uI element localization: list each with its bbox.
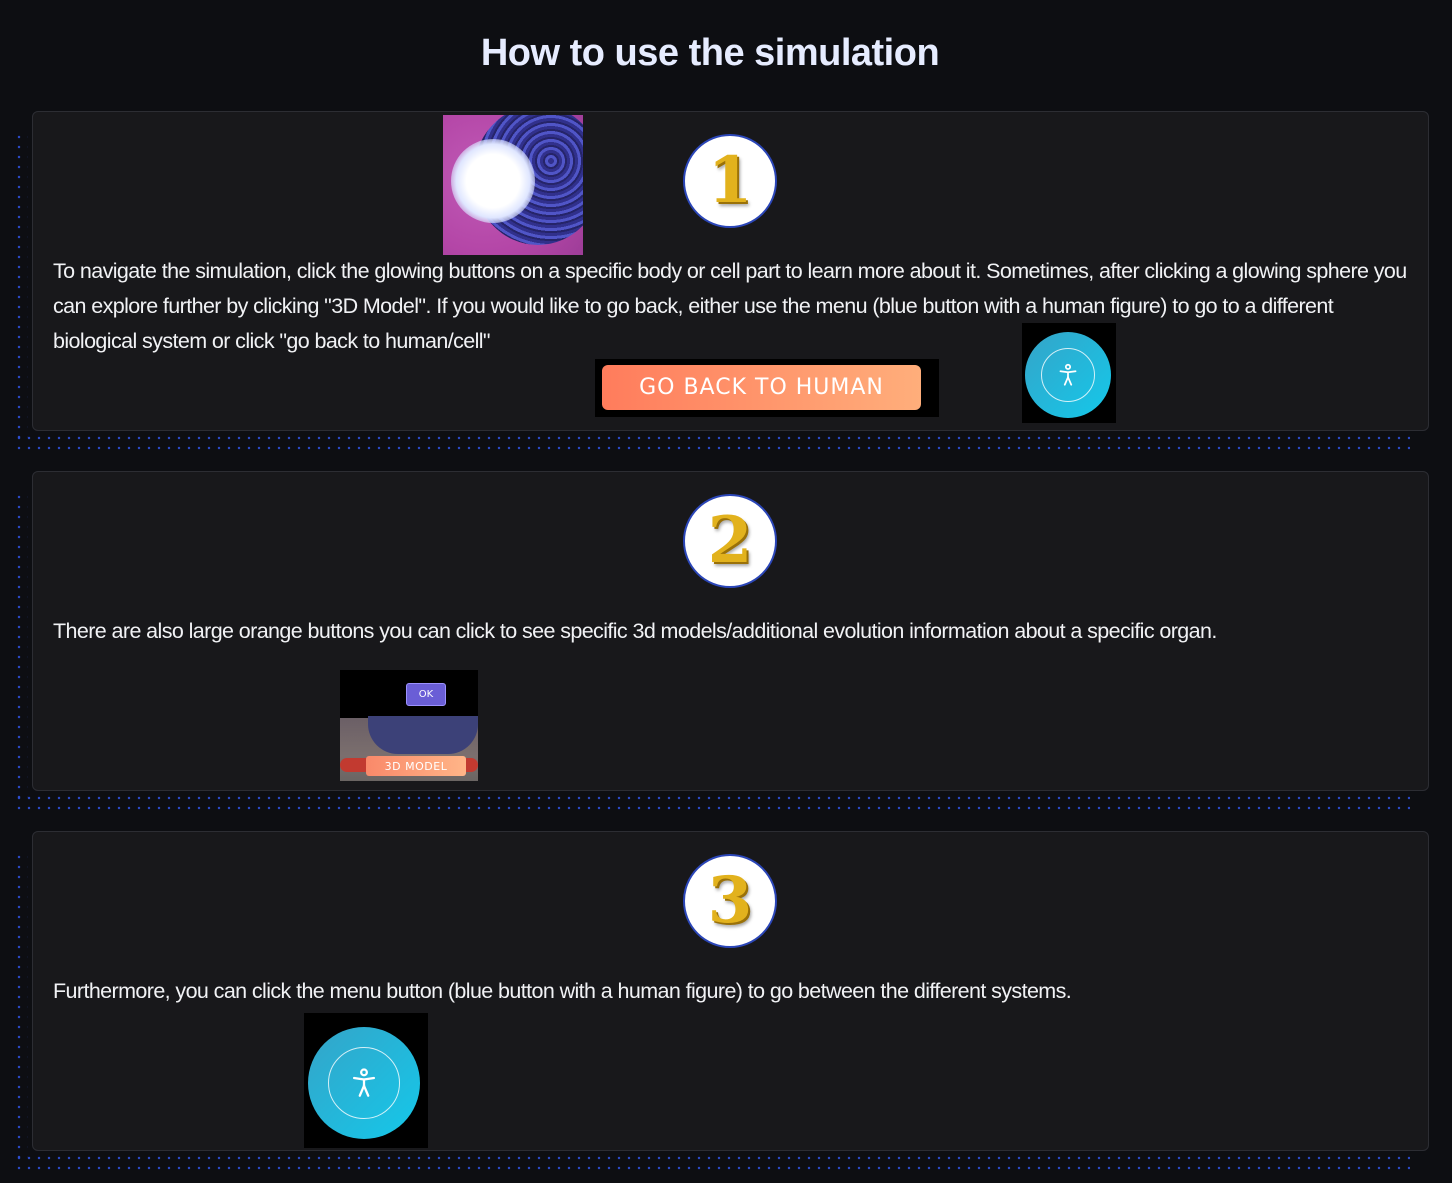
dots-decoration	[14, 132, 28, 438]
page-title: How to use the simulation	[480, 32, 940, 74]
step-number-badge: 3	[683, 854, 777, 948]
step-card-1: 1 To navigate the simulation, click the …	[32, 111, 1429, 431]
back-button-screenshot: GO BACK TO HUMAN	[595, 359, 939, 417]
step-text: To navigate the simulation, click the gl…	[53, 259, 1407, 353]
step-number: 3	[707, 863, 753, 938]
dots-decoration	[14, 492, 28, 798]
menu-ring	[328, 1047, 400, 1119]
menu-button-screenshot	[1022, 323, 1116, 423]
glowing-sphere-icon	[451, 139, 535, 223]
dots-decoration	[14, 852, 28, 1158]
step-card-2: 2 There are also large orange buttons yo…	[32, 471, 1429, 791]
human-figure-icon	[352, 1068, 376, 1097]
step-number: 2	[707, 503, 753, 578]
3d-model-button[interactable]: 3D MODEL	[366, 756, 466, 776]
step-text: There are also large orange buttons you …	[53, 619, 1217, 643]
step-text: Furthermore, you can click the menu butt…	[53, 979, 1072, 1003]
glowing-sphere-image	[443, 115, 583, 255]
dots-decoration	[14, 1153, 1410, 1173]
organ-model	[368, 716, 478, 754]
go-back-to-human-button[interactable]: GO BACK TO HUMAN	[602, 365, 921, 410]
dots-decoration	[14, 793, 1410, 813]
human-figure-icon	[1059, 363, 1077, 386]
menu-ring	[1041, 348, 1095, 402]
step-number: 1	[707, 143, 753, 218]
ok-button[interactable]: OK	[406, 683, 446, 706]
3d-model-screenshot: OK 3D MODEL	[340, 670, 478, 781]
step-number-badge: 1	[683, 134, 777, 228]
menu-button-screenshot	[304, 1013, 428, 1148]
step-card-3: 3 Furthermore, you can click the menu bu…	[32, 831, 1429, 1151]
menu-button[interactable]	[308, 1027, 420, 1139]
step-number-badge: 2	[683, 494, 777, 588]
menu-button[interactable]	[1025, 332, 1111, 418]
dots-decoration	[14, 433, 1410, 453]
page: How to use the simulation 1 To navigate …	[0, 0, 1452, 1183]
